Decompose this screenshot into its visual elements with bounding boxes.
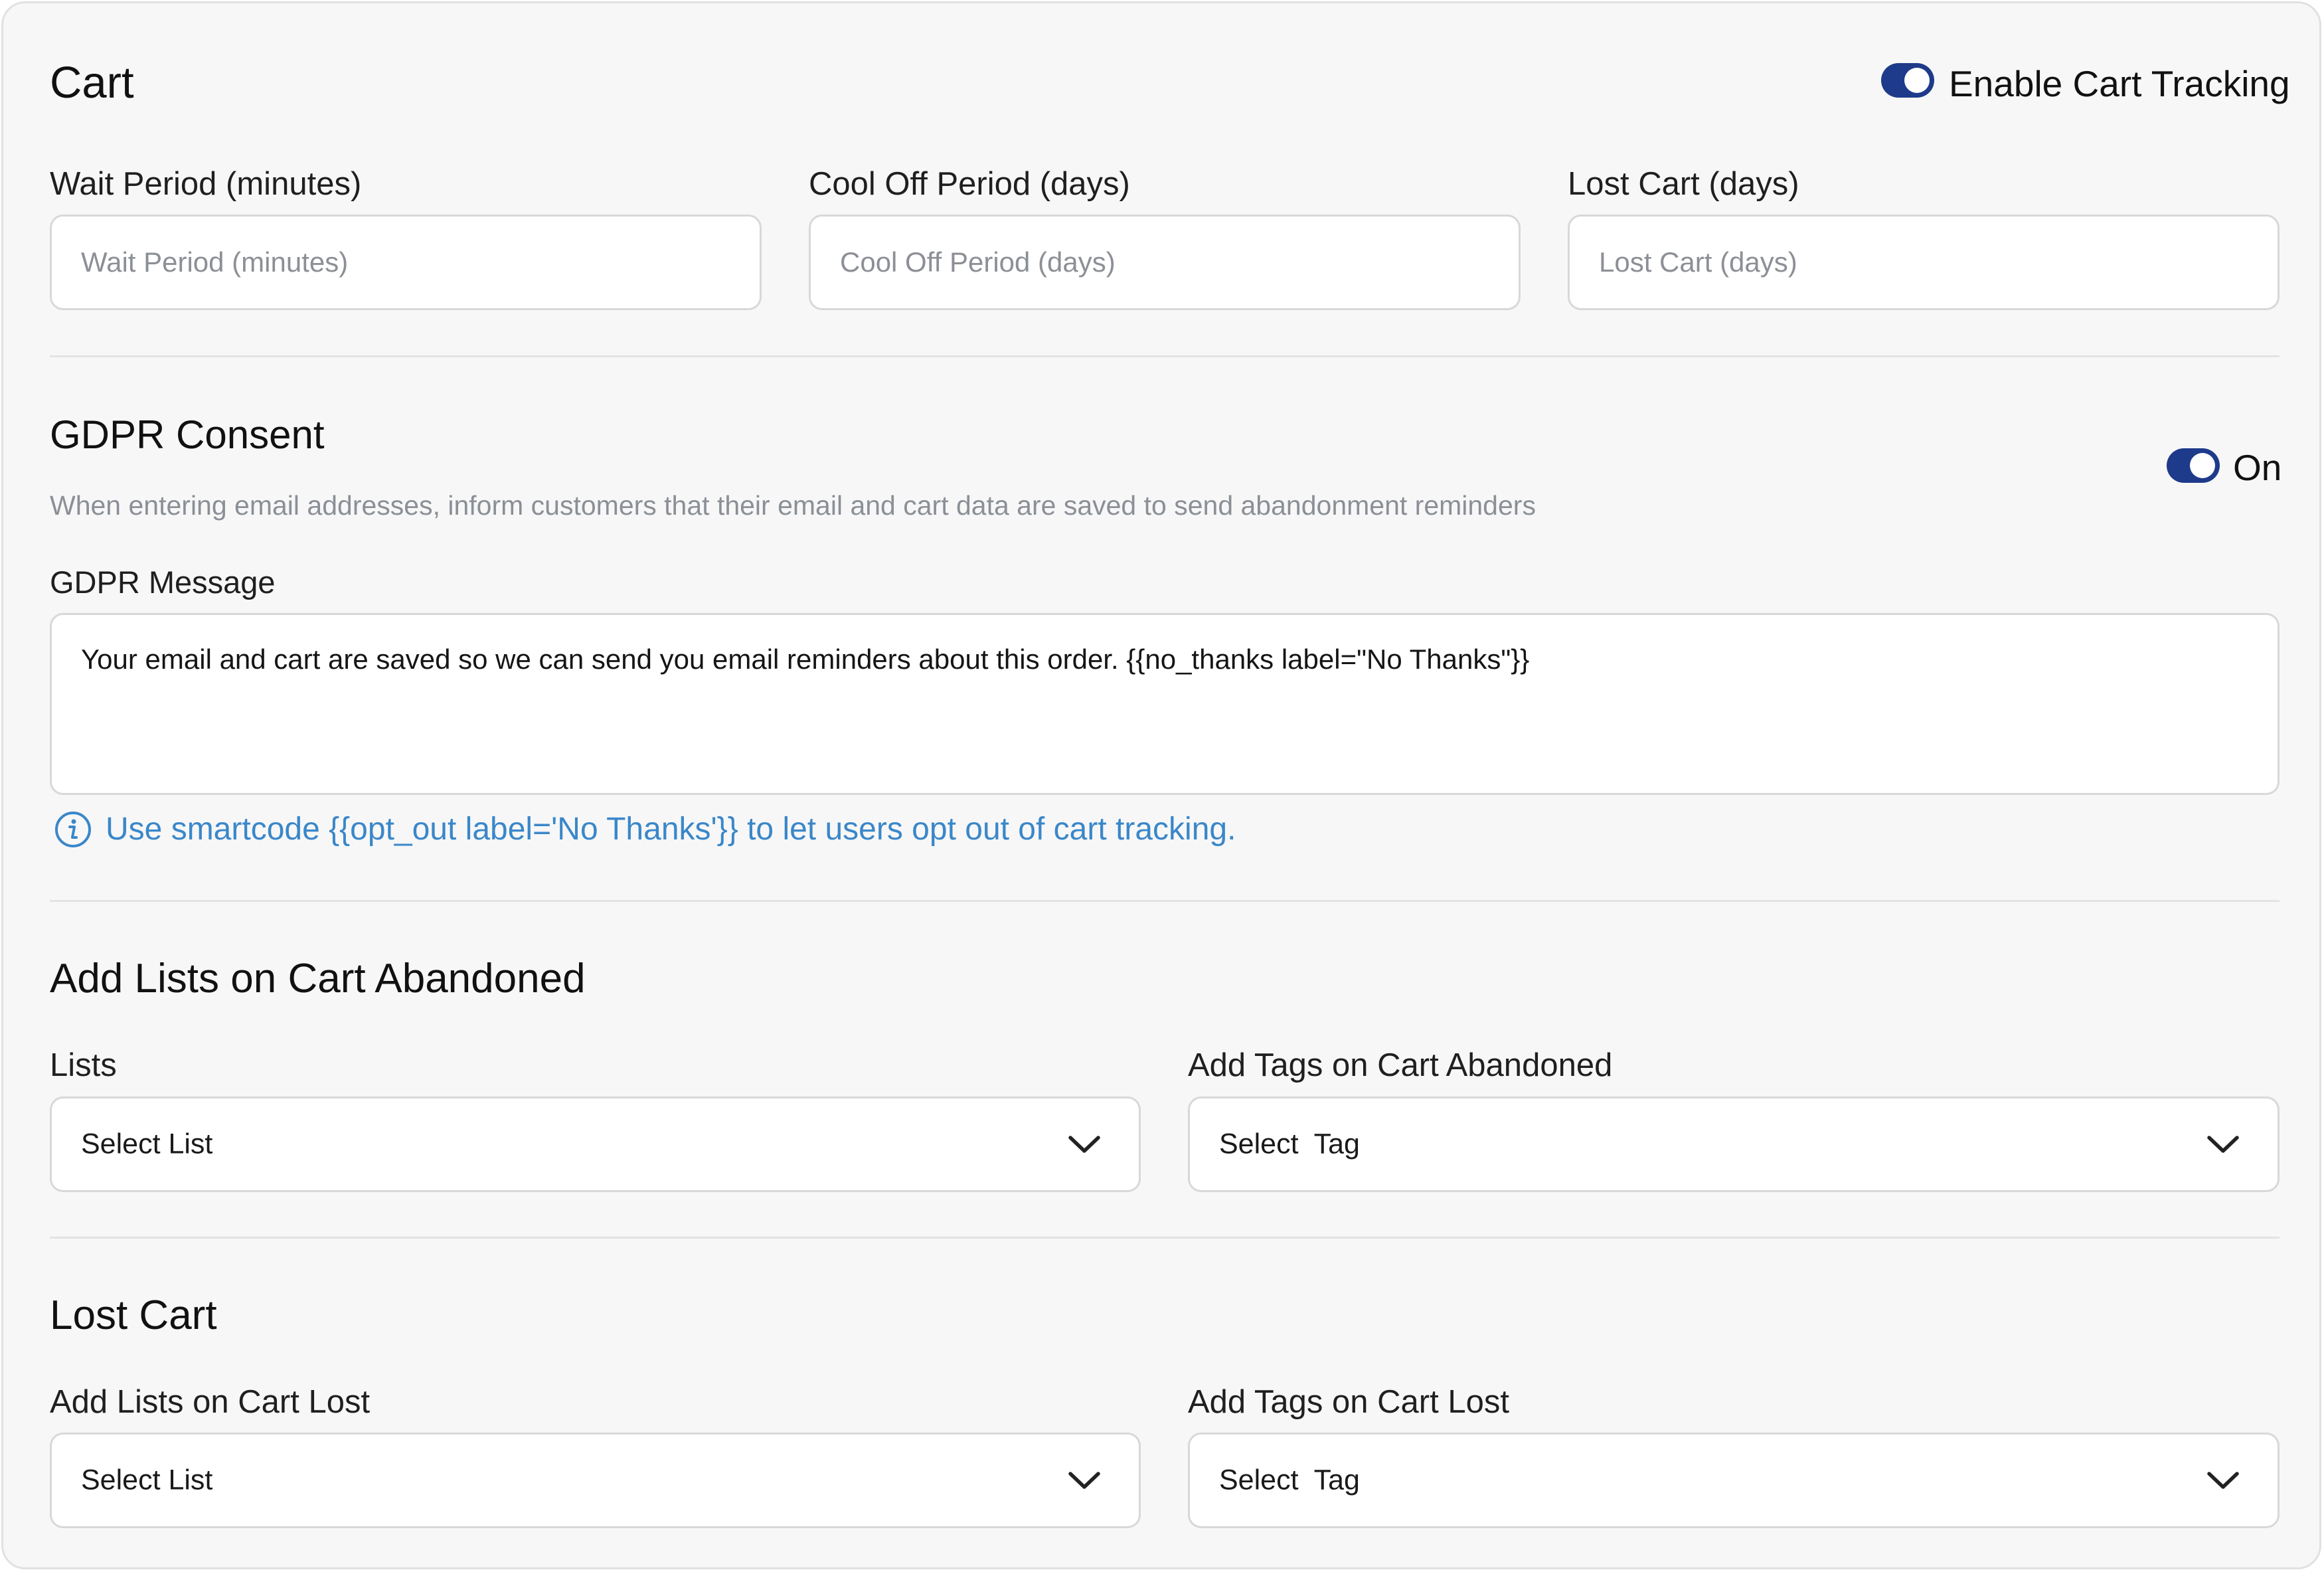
wait-period-input[interactable] bbox=[81, 217, 730, 308]
lost-cart-days-field[interactable] bbox=[1568, 215, 2280, 310]
gdpr-message-label: GDPR Message bbox=[50, 565, 276, 600]
smartcode-hint: Use smartcode {{opt_out label='No Thanks… bbox=[106, 812, 1236, 847]
lost-list-select[interactable]: Select List bbox=[50, 1433, 1141, 1528]
abandoned-list-select-value: Select List bbox=[81, 1128, 213, 1160]
wait-period-label: Wait Period (minutes) bbox=[50, 166, 362, 202]
cool-off-period-field[interactable] bbox=[809, 215, 1521, 310]
section-divider bbox=[50, 1237, 2280, 1239]
abandoned-lists-heading: Add Lists on Cart Abandoned bbox=[50, 956, 586, 1002]
lost-tag-select-value: Select Tag bbox=[1219, 1464, 1360, 1496]
lost-tags-label: Add Tags on Cart Lost bbox=[1188, 1384, 1509, 1420]
enable-cart-tracking-toggle[interactable] bbox=[1881, 63, 1934, 98]
toggle-knob bbox=[1904, 68, 1930, 93]
gdpr-description: When entering email addresses, inform cu… bbox=[50, 490, 1536, 521]
cool-off-period-label: Cool Off Period (days) bbox=[809, 166, 1130, 202]
abandoned-tag-select[interactable]: Select Tag bbox=[1188, 1096, 2280, 1192]
abandoned-tags-label: Add Tags on Cart Abandoned bbox=[1188, 1047, 1613, 1083]
gdpr-message-textarea[interactable]: Your email and cart are saved so we can … bbox=[81, 642, 2248, 780]
lost-cart-heading: Lost Cart bbox=[50, 1292, 217, 1338]
info-circle-icon bbox=[55, 812, 91, 847]
lost-tag-select[interactable]: Select Tag bbox=[1188, 1433, 2280, 1528]
chevron-down-icon bbox=[1068, 1136, 1100, 1153]
gdpr-toggle-label: On bbox=[2233, 447, 2282, 488]
abandoned-tag-select-value: Select Tag bbox=[1219, 1128, 1360, 1160]
toggle-knob bbox=[2190, 453, 2215, 478]
gdpr-message-field[interactable]: Your email and cart are saved so we can … bbox=[50, 613, 2280, 795]
gdpr-consent-toggle[interactable] bbox=[2167, 448, 2220, 483]
section-divider bbox=[50, 900, 2280, 902]
lost-cart-days-input[interactable] bbox=[1599, 217, 2248, 308]
lists-label: Lists bbox=[50, 1047, 117, 1083]
gdpr-consent-heading: GDPR Consent bbox=[50, 412, 325, 457]
chevron-down-icon bbox=[2207, 1472, 2239, 1489]
abandoned-list-select[interactable]: Select List bbox=[50, 1096, 1141, 1192]
cart-heading: Cart bbox=[50, 58, 134, 108]
cool-off-period-input[interactable] bbox=[840, 217, 1489, 308]
section-divider bbox=[50, 355, 2280, 357]
chevron-down-icon bbox=[1068, 1472, 1100, 1489]
enable-cart-tracking-label: Enable Cart Tracking bbox=[1949, 63, 2290, 104]
lost-cart-days-label: Lost Cart (days) bbox=[1568, 166, 1799, 202]
cart-settings-card: Cart Enable Cart Tracking Wait Period (m… bbox=[1, 1, 2321, 1569]
chevron-down-icon bbox=[2207, 1136, 2239, 1153]
wait-period-field[interactable] bbox=[50, 215, 762, 310]
lost-list-select-value: Select List bbox=[81, 1464, 213, 1496]
lost-lists-label: Add Lists on Cart Lost bbox=[50, 1384, 371, 1420]
